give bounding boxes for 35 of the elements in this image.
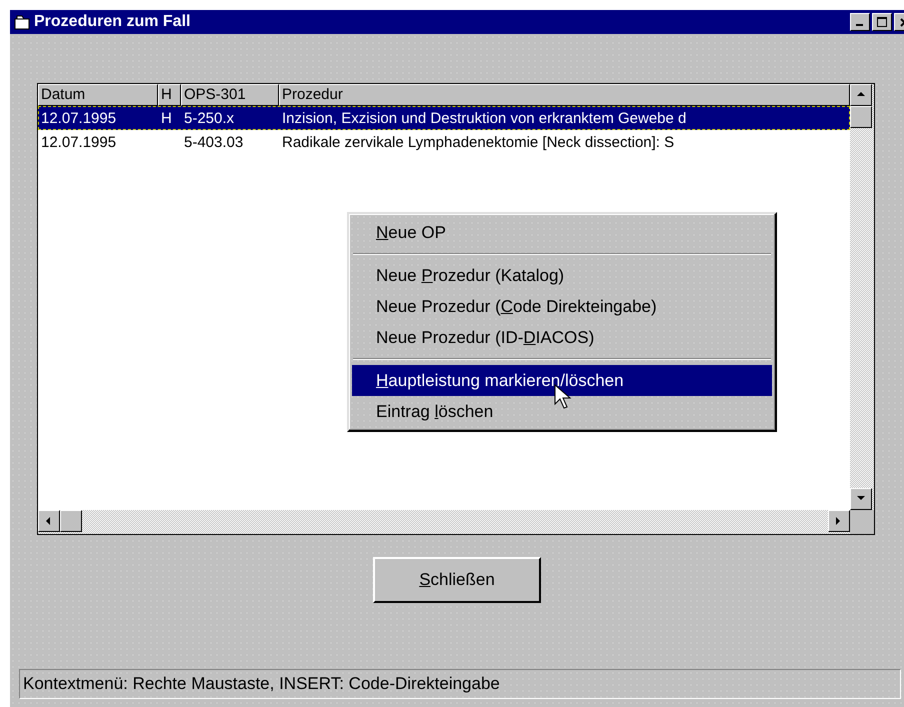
menu-item[interactable]: Neue Prozedur (ID-DIACOS) (352, 322, 772, 353)
scroll-left-button[interactable] (38, 510, 60, 532)
table-cell-text: 5-403.03 (183, 134, 244, 150)
vertical-scrollbar[interactable] (850, 84, 874, 510)
table-cell-text: 12.07.1995 (40, 134, 118, 150)
column-header[interactable]: H (158, 84, 181, 106)
table-cell-text: H (160, 110, 173, 126)
table-row[interactable]: 12.07.1995 H 5-250.x Inzision, Exzision und Destruktion von erkranktem Gewebe d (38, 106, 850, 130)
horizontal-scrollbar[interactable] (38, 510, 850, 534)
menu-item[interactable]: Neue Prozedur (Code Direkteingabe) (352, 291, 772, 322)
maximize-button[interactable] (872, 13, 892, 31)
table-row[interactable]: 12.07.1995 5-403.03 Radikale zervikale Lymphadenektomie [Neck dissection]: S (38, 130, 850, 154)
scroll-right-button[interactable] (828, 510, 850, 532)
window-title: Prozeduren zum Fall (34, 13, 190, 31)
scrollbar-corner (850, 510, 874, 534)
scroll-thumb[interactable] (850, 106, 872, 128)
menu-item[interactable]: Eintrag löschen (352, 396, 772, 427)
table-cell-text: 5-250.x (183, 110, 236, 126)
minimize-button[interactable] (850, 13, 870, 31)
menu-item[interactable]: Hauptleistung markieren/löschen (352, 365, 772, 396)
menu-item[interactable]: Neue OP (352, 217, 772, 248)
menu-item[interactable]: Neue Prozedur (Katalog) (352, 260, 772, 291)
status-bar: Kontextmenü: Rechte Maustaste, INSERT: Code-Direkteingabe (19, 669, 901, 699)
column-header[interactable]: Prozedur (279, 84, 850, 106)
column-header[interactable]: OPS-301 (181, 84, 279, 106)
scroll-down-button[interactable] (850, 488, 872, 510)
scroll-thumb[interactable] (60, 510, 82, 532)
close-dialog-button[interactable]: Schließen (373, 557, 541, 603)
scroll-up-button[interactable] (850, 84, 872, 106)
table-cell-text: Radikale zervikale Lymphadenektomie [Neck dissection]: S (281, 134, 676, 150)
column-header[interactable]: Datum (38, 84, 158, 106)
maximize-icon (877, 17, 887, 27)
folder-icon (14, 14, 30, 30)
table-cell-text: 12.07.1995 (40, 110, 118, 126)
table-cell-text: Inzision, Exzision und Destruktion von erkranktem Gewebe d (281, 110, 688, 126)
